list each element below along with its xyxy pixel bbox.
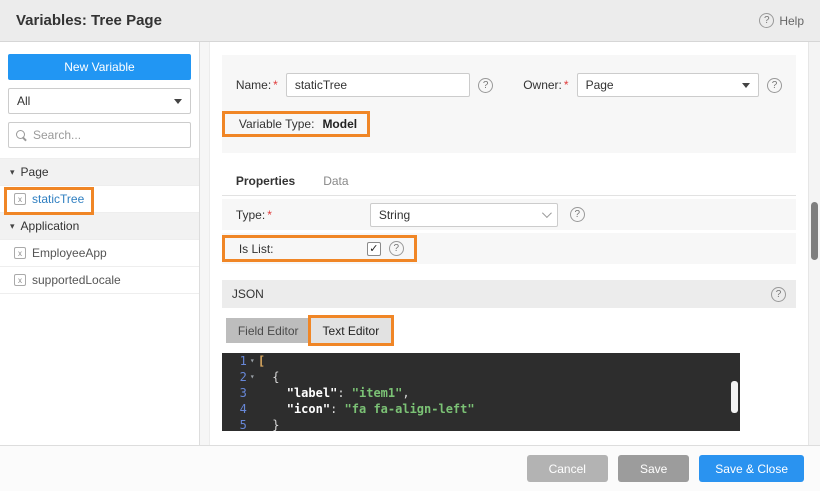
tab-bar: Properties Data <box>221 167 796 196</box>
field-editor-tab[interactable]: Field Editor <box>225 318 311 343</box>
code-line: 1 ▾[ <box>222 353 740 369</box>
tree-group-Application[interactable]: ▾ Application <box>0 213 199 240</box>
variable-type-label: Variable Type: <box>238 117 315 131</box>
variable-icon <box>14 247 26 259</box>
name-owner-row: Name:* ? Owner:* Page ? <box>236 73 782 97</box>
fold-arrow-icon: ▾ <box>249 372 255 381</box>
json-section: JSON ? Field Editor Text Editor 1 ▾[2 ▾ {3 … <box>221 280 796 431</box>
is-list-label: Is List: <box>238 241 274 256</box>
chevron-down-icon <box>541 208 552 219</box>
tab-data[interactable]: Data <box>309 167 362 195</box>
variable-type-value: Model <box>322 117 358 131</box>
owner-label: Owner: * <box>523 78 569 92</box>
tree-label: supportedLocale <box>32 273 121 287</box>
tree-group-Page[interactable]: ▾ Page <box>0 159 199 186</box>
variable-form: Name:* ? Owner:* Page ? Variable Type: M… <box>221 55 796 153</box>
editor-scrollbar[interactable] <box>730 381 738 413</box>
tree-label: Page <box>20 165 49 179</box>
variable-type-highlight: Variable Type: Model <box>221 111 371 137</box>
type-value: String <box>378 207 411 222</box>
name-label: Name: * <box>235 78 278 92</box>
required-asterisk: * <box>563 78 569 92</box>
save-button[interactable]: Save <box>617 455 690 482</box>
text-editor-tab[interactable]: Text Editor <box>307 315 395 346</box>
code-line: 5 } <box>222 417 740 431</box>
line-number: 1 ▾ <box>222 353 258 369</box>
line-number: 5 <box>239 418 247 431</box>
code-line: 3 "label": "item1", <box>222 385 740 401</box>
json-title: JSON <box>231 287 264 301</box>
main-panel: Name:* ? Owner:* Page ? Variable Type: M… <box>209 42 820 445</box>
caret-down-icon: ▾ <box>10 220 15 231</box>
line-number: 3 <box>239 386 247 400</box>
tree-item-staticTree[interactable]: staticTree <box>0 186 199 215</box>
code-lines: 1 ▾[2 ▾ {3 "label": "item1", 4 "icon": "fa … <box>222 353 740 431</box>
dialog-body: New Variable All ▾ Page staticTree ▾ Applica… <box>0 42 820 445</box>
tree-item-supportedLocale[interactable]: supportedLocale <box>0 267 199 294</box>
caret-down-icon: ▾ <box>10 166 15 177</box>
properties-panel: Type: * String ? Is List: ✓ ? <box>221 199 796 264</box>
type-label: Type: * <box>235 207 272 222</box>
name-input[interactable] <box>285 73 471 97</box>
json-help-icon[interactable]: ? <box>771 286 786 302</box>
editor-mode-tabs: Field Editor Text Editor <box>225 315 796 346</box>
owner-value: Page <box>585 78 614 92</box>
sidebar: New Variable All ▾ Page staticTree ▾ Applica… <box>0 42 200 445</box>
caret-down-icon <box>174 98 182 104</box>
tree-label: Application <box>20 219 80 233</box>
variable-icon <box>14 274 26 286</box>
variable-tree: ▾ Page staticTree ▾ Application EmployeeApp su… <box>0 158 199 294</box>
search-box <box>8 122 191 148</box>
tree-label: EmployeeApp <box>32 246 107 260</box>
variables-dialog: Variables: Tree Page ? Help New Variable… <box>0 0 820 491</box>
owner-select[interactable]: Page <box>576 73 759 97</box>
required-asterisk: * <box>267 207 272 222</box>
variable-icon <box>14 193 26 205</box>
variable-type-row: Variable Type: Model <box>221 111 782 137</box>
save-close-button[interactable]: Save & Close <box>699 455 804 482</box>
help-label: Help <box>779 13 804 28</box>
is-list-help-icon[interactable]: ? <box>388 241 404 256</box>
help-button[interactable]: ? Help <box>759 13 804 28</box>
main-scrollbar[interactable] <box>808 42 820 445</box>
is-list-checkbox[interactable]: ✓ <box>366 241 381 256</box>
fold-arrow-icon: ▾ <box>249 356 255 365</box>
name-help-icon[interactable]: ? <box>478 77 494 93</box>
cancel-button[interactable]: Cancel <box>526 455 608 482</box>
dialog-header: Variables: Tree Page ? Help <box>0 0 820 42</box>
filter-select[interactable]: All <box>8 88 191 114</box>
is-list-row: Is List: ✓ ? <box>221 233 796 264</box>
new-variable-button[interactable]: New Variable <box>8 54 191 80</box>
json-code-editor[interactable]: 1 ▾[2 ▾ {3 "label": "item1", 4 "icon": "fa … <box>221 353 740 431</box>
page-title: Variables: Tree Page <box>16 12 162 29</box>
tree-label: staticTree <box>32 192 85 206</box>
owner-help-icon[interactable]: ? <box>767 77 782 93</box>
line-number: 4 <box>239 402 247 416</box>
required-asterisk: * <box>273 78 278 92</box>
footer: Cancel Save Save & Close <box>0 445 820 491</box>
scrollbar-thumb[interactable] <box>811 202 818 260</box>
tree-item-EmployeeApp[interactable]: EmployeeApp <box>0 240 199 267</box>
help-icon: ? <box>759 13 775 28</box>
code-line: 2 ▾ { <box>222 369 740 385</box>
caret-down-icon <box>742 82 750 88</box>
code-line: 4 "icon": "fa fa-align-left" <box>222 401 740 417</box>
type-select[interactable]: String <box>369 202 558 227</box>
line-number: 2 ▾ <box>222 369 258 385</box>
tab-properties[interactable]: Properties <box>222 167 309 195</box>
search-icon <box>16 129 27 141</box>
type-help-icon[interactable]: ? <box>569 207 585 222</box>
is-list-highlight: Is List: ✓ ? <box>221 235 417 262</box>
type-row: Type: * String ? <box>221 199 796 230</box>
search-input[interactable] <box>33 128 183 142</box>
panel-divider <box>200 42 210 445</box>
json-header: JSON ? <box>221 280 796 308</box>
filter-value: All <box>17 94 31 108</box>
